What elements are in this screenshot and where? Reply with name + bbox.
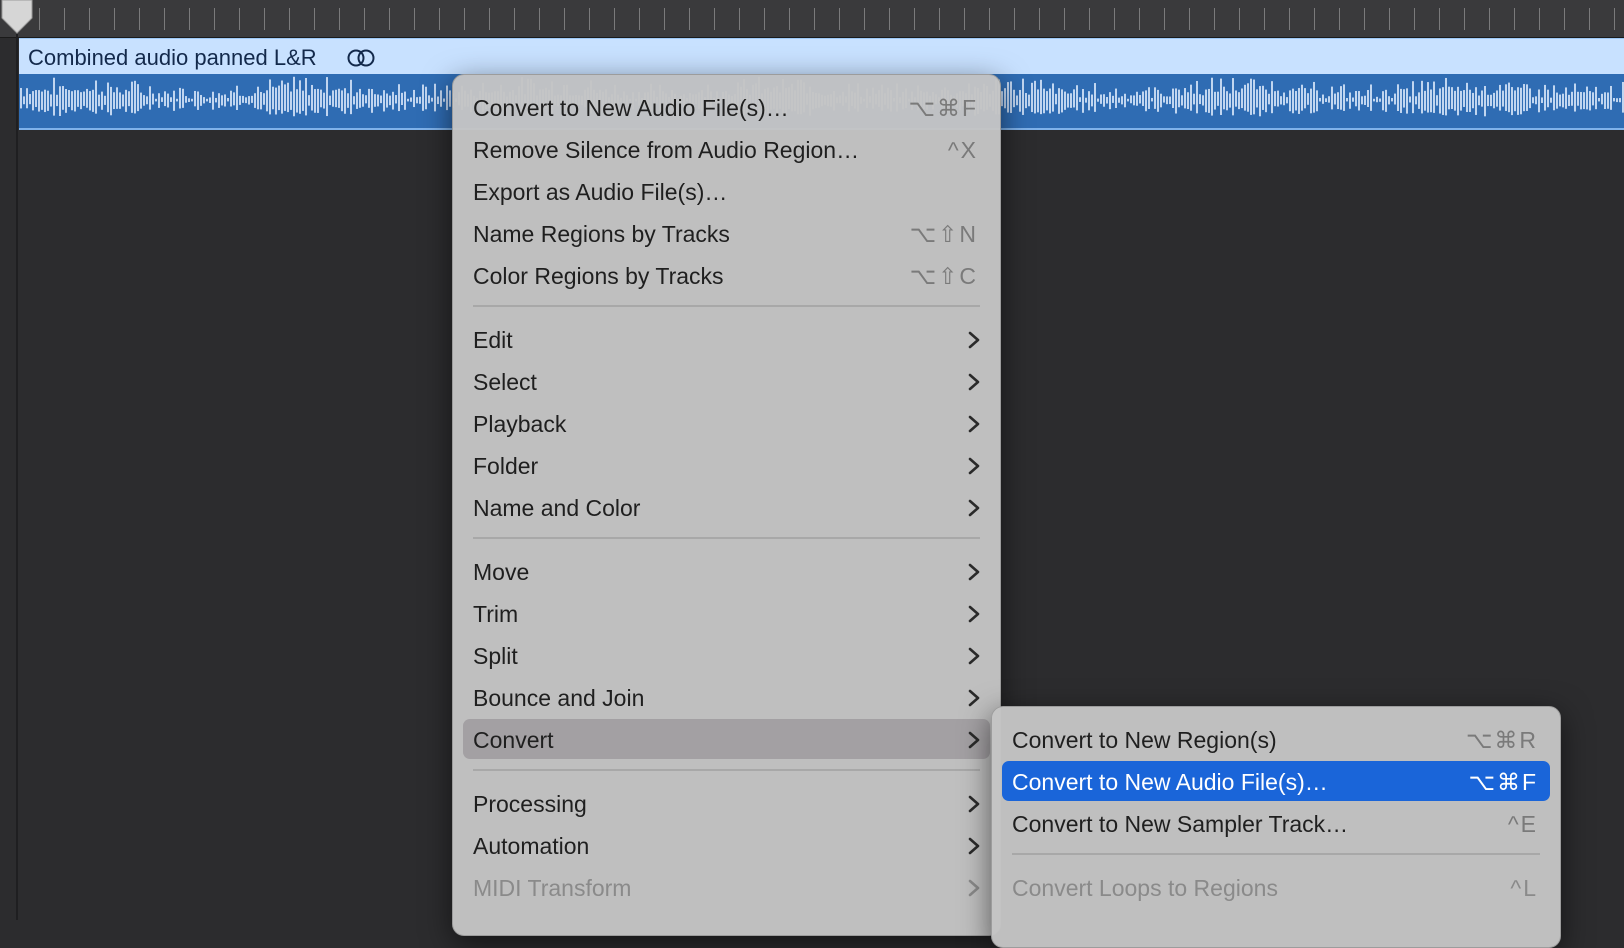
menu-item-label: Color Regions by Tracks — [473, 263, 724, 289]
menu-item-label: Edit — [473, 327, 513, 353]
menu-item-midi-transform[interactable]: MIDI Transform — [463, 867, 990, 907]
chevron-right-icon — [968, 647, 980, 665]
chevron-right-icon — [968, 605, 980, 623]
playhead-line — [16, 34, 18, 920]
chevron-right-icon — [968, 837, 980, 855]
menu-item-label: Select — [473, 369, 537, 395]
loop-link-icon — [347, 49, 375, 67]
menu-item-playback[interactable]: Playback — [463, 403, 990, 443]
menu-item-label: Bounce and Join — [473, 685, 645, 711]
menu-item-label: Convert to New Sampler Track… — [1012, 811, 1349, 837]
menu-item-label: Trim — [473, 601, 519, 627]
region-header[interactable]: Combined audio panned L&R — [19, 38, 1624, 75]
region-context-menu: Convert to New Audio File(s)… ⌥⌘F Remove… — [452, 74, 1001, 936]
chevron-right-icon — [968, 415, 980, 433]
submenu-item-convert-loops-to-regions[interactable]: Convert Loops to Regions ^L — [1002, 867, 1550, 907]
menu-separator — [1012, 853, 1540, 855]
menu-item-label: Convert to New Audio File(s)… — [473, 95, 789, 121]
convert-submenu: Convert to New Region(s) ⌥⌘R Convert to … — [991, 706, 1561, 948]
menu-item-move[interactable]: Move — [463, 551, 990, 591]
timeline-ruler[interactable] — [0, 0, 1624, 38]
chevron-right-icon — [968, 373, 980, 391]
menu-item-label: MIDI Transform — [473, 875, 632, 901]
menu-item-shortcut: ⌥⇧C — [909, 263, 978, 289]
menu-item-label: Export as Audio File(s)… — [473, 179, 728, 205]
chevron-right-icon — [968, 689, 980, 707]
menu-item-label: Convert Loops to Regions — [1012, 875, 1278, 901]
menu-item-label: Folder — [473, 453, 539, 479]
menu-item-label: Name Regions by Tracks — [473, 221, 730, 247]
chevron-right-icon — [968, 795, 980, 813]
menu-item-split[interactable]: Split — [463, 635, 990, 675]
menu-item-name-and-color[interactable]: Name and Color — [463, 487, 990, 527]
menu-item-automation[interactable]: Automation — [463, 825, 990, 865]
menu-item-shortcut: ⌥⇧N — [909, 221, 978, 247]
menu-item-label: Convert — [473, 727, 554, 753]
menu-item-trim[interactable]: Trim — [463, 593, 990, 633]
menu-item-folder[interactable]: Folder — [463, 445, 990, 485]
menu-item-shortcut: ^X — [947, 137, 978, 163]
menu-item-remove-silence[interactable]: Remove Silence from Audio Region… ^X — [463, 129, 990, 169]
chevron-right-icon — [968, 457, 980, 475]
menu-item-shortcut: ^L — [1510, 875, 1538, 901]
menu-item-label: Name and Color — [473, 495, 641, 521]
menu-item-export-as-audio-files[interactable]: Export as Audio File(s)… — [463, 171, 990, 211]
menu-item-shortcut: ⌥⌘F — [1468, 769, 1538, 795]
chevron-right-icon — [968, 563, 980, 581]
menu-item-processing[interactable]: Processing — [463, 783, 990, 823]
menu-item-edit[interactable]: Edit — [463, 319, 990, 359]
submenu-item-convert-to-new-regions[interactable]: Convert to New Region(s) ⌥⌘R — [1002, 719, 1550, 759]
menu-item-label: Split — [473, 643, 518, 669]
menu-item-label: Convert to New Region(s) — [1012, 727, 1277, 753]
menu-item-color-regions-by-tracks[interactable]: Color Regions by Tracks ⌥⇧C — [463, 255, 990, 295]
chevron-right-icon — [968, 731, 980, 749]
menu-item-shortcut: ^E — [1507, 811, 1538, 837]
menu-item-label: Convert to New Audio File(s)… — [1012, 769, 1328, 795]
submenu-item-convert-to-new-sampler-track[interactable]: Convert to New Sampler Track… ^E — [1002, 803, 1550, 843]
menu-item-select[interactable]: Select — [463, 361, 990, 401]
chevron-right-icon — [968, 499, 980, 517]
menu-item-label: Automation — [473, 833, 590, 859]
menu-item-bounce-and-join[interactable]: Bounce and Join — [463, 677, 990, 717]
menu-item-name-regions-by-tracks[interactable]: Name Regions by Tracks ⌥⇧N — [463, 213, 990, 253]
menu-separator — [473, 769, 980, 771]
region-title: Combined audio panned L&R — [28, 45, 317, 70]
playhead-icon[interactable] — [0, 0, 34, 34]
menu-item-label: Playback — [473, 411, 567, 437]
menu-item-shortcut: ⌥⌘F — [908, 95, 978, 121]
submenu-item-convert-to-new-audio-files[interactable]: Convert to New Audio File(s)… ⌥⌘F — [1002, 761, 1550, 801]
chevron-right-icon — [968, 331, 980, 349]
menu-item-shortcut: ⌥⌘R — [1465, 727, 1538, 753]
menu-item-label: Move — [473, 559, 530, 585]
menu-item-label: Remove Silence from Audio Region… — [473, 137, 860, 163]
menu-item-convert[interactable]: Convert — [463, 719, 990, 759]
menu-separator — [473, 537, 980, 539]
menu-item-convert-to-new-audio-files[interactable]: Convert to New Audio File(s)… ⌥⌘F — [463, 87, 990, 127]
menu-separator — [473, 305, 980, 307]
menu-item-label: Processing — [473, 791, 587, 817]
chevron-right-icon — [968, 879, 980, 897]
